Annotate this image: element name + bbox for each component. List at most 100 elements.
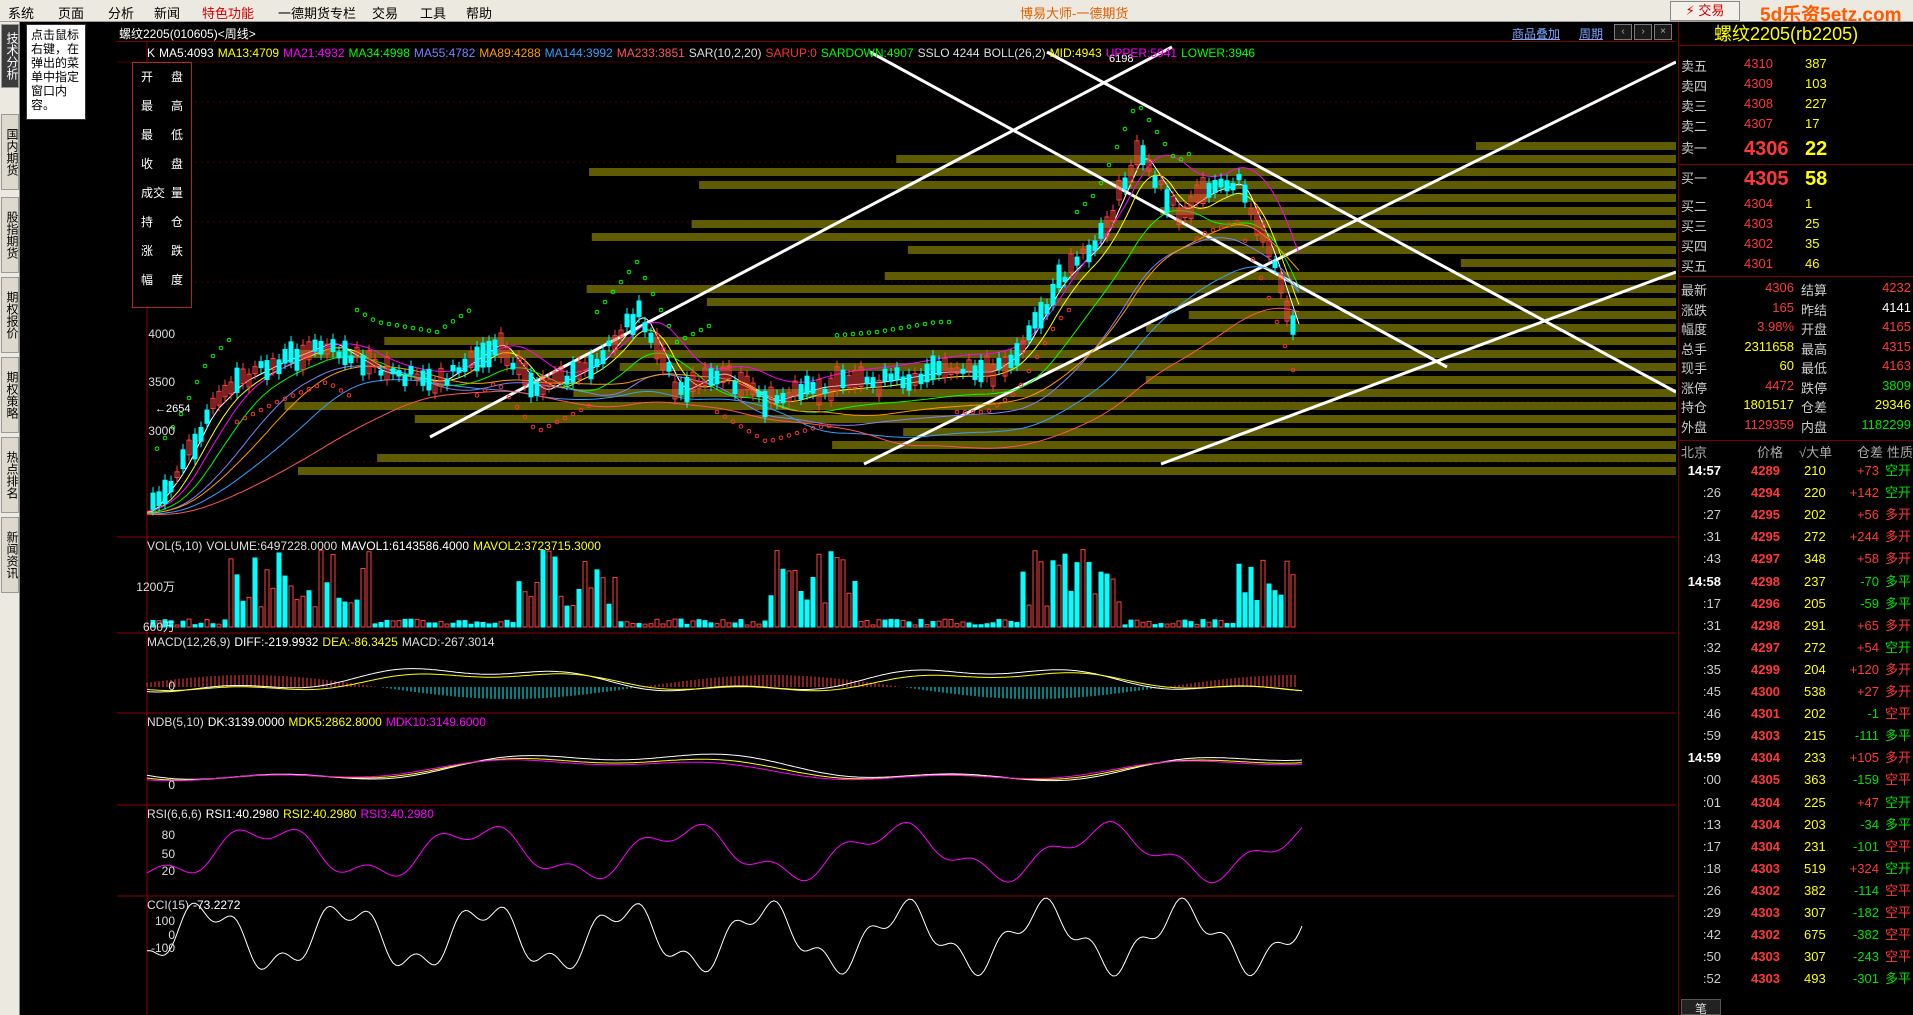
volume-bar: [624, 621, 630, 628]
sar-dot: [1114, 144, 1120, 150]
tick-row[interactable]: :26 4302 382 -114 空平: [1679, 880, 1913, 902]
tick-tab[interactable]: 笔: [1681, 999, 1721, 1015]
menu-item-1[interactable]: 页面: [58, 3, 84, 22]
tick-row[interactable]: :13 4304 203 -34 多平: [1679, 814, 1913, 836]
volume-bar: [378, 622, 384, 628]
volume-bar: [852, 580, 858, 628]
overlay-commodity-link[interactable]: 商品叠加: [1512, 25, 1560, 42]
candle-body: [348, 355, 354, 364]
tick-row[interactable]: :59 4303 215 -111 多平: [1679, 725, 1913, 747]
menu-item-6[interactable]: 交易: [372, 3, 398, 22]
tick-row[interactable]: :29 4303 307 -182 空平: [1679, 902, 1913, 924]
sar-dot: [530, 424, 536, 430]
menu-item-3[interactable]: 新闻: [154, 3, 180, 22]
candle-body: [666, 362, 672, 372]
menu-item-7[interactable]: 工具: [420, 3, 446, 22]
chart-area[interactable]: 6198 ←2654 K MA5:4093 MA13:4709 MA21:4932 MA3…: [117, 42, 1676, 1015]
tick-row[interactable]: :31 4295 272 +244 多开: [1679, 526, 1913, 548]
tick-row[interactable]: 14:58 4298 237 -70 多平: [1679, 571, 1913, 593]
candle-body: [936, 361, 942, 376]
left-tab-3[interactable]: 期权报价: [1, 277, 19, 353]
tick-row[interactable]: :27 4295 202 +56 多开: [1679, 504, 1913, 526]
tick-nature: 多开: [1885, 684, 1912, 699]
chart-close-button[interactable]: ×: [1654, 24, 1672, 40]
stat-label: 内盘: [1801, 419, 1828, 435]
tick-price: 4294: [1751, 485, 1780, 501]
stats-divider: [1679, 440, 1913, 441]
tick-row[interactable]: :43 4297 348 +58 多开: [1679, 548, 1913, 570]
tick-row[interactable]: :50 4303 307 -243 空平: [1679, 946, 1913, 968]
tick-volume: 215: [1804, 728, 1826, 744]
volume-bar: [834, 557, 840, 628]
menu-item-8[interactable]: 帮助: [466, 3, 492, 22]
stat-row: 现手 60 最低 4163: [1679, 358, 1913, 377]
tick-row[interactable]: :17 4304 231 -101 空平: [1679, 836, 1913, 858]
tick-row[interactable]: :31 4298 291 +65 多开: [1679, 615, 1913, 637]
sar-dot: [210, 353, 216, 359]
volume-bar: [744, 624, 750, 628]
volume-bar: [870, 624, 876, 628]
kline-legend-item: MA144:3992: [544, 46, 613, 60]
menu-item-2[interactable]: 分析: [108, 3, 134, 22]
tick-oi-change: +105: [1849, 750, 1879, 766]
chart-title-bar: 螺纹2205(010605)<周线> 商品叠加 周期 ‹ › ×: [117, 22, 1676, 42]
left-tab-2[interactable]: 股指期货: [1, 197, 19, 273]
sar-dot: [346, 392, 352, 398]
candle-body: [390, 368, 396, 375]
volume-bar: [192, 624, 198, 628]
tick-oi-change: +27: [1856, 684, 1879, 699]
tick-row[interactable]: :32 4297 272 +54 空开: [1679, 637, 1913, 659]
tick-row[interactable]: :52 4303 493 -301 多平: [1679, 968, 1913, 990]
left-tab-4[interactable]: 期权策略: [1, 357, 19, 433]
tick-row[interactable]: :42 4302 675 -382 空平: [1679, 924, 1913, 946]
tick-row[interactable]: 14:59 4304 233 +105 多开: [1679, 747, 1913, 769]
tick-nature: 多开: [1885, 551, 1912, 567]
candle-body: [1056, 264, 1062, 289]
sar-dot: [1274, 319, 1280, 325]
tick-row[interactable]: :01 4304 225 +47 空开: [1679, 792, 1913, 814]
sar-dot: [1050, 326, 1056, 332]
tick-price: 4303: [1751, 860, 1780, 876]
tick-time: :00: [1702, 772, 1721, 788]
volume-bar: [864, 619, 870, 628]
kline-legend-item: MA89:4288: [479, 46, 541, 60]
sar-dot: [1090, 193, 1096, 199]
left-tab-1[interactable]: 国内期货: [1, 114, 19, 190]
tick-row[interactable]: :18 4303 519 +324 空开: [1679, 858, 1913, 880]
volume-bar: [258, 606, 264, 628]
menu-item-4[interactable]: 特色功能: [202, 3, 254, 22]
tick-volume: 519: [1804, 860, 1826, 876]
period-link[interactable]: 周期: [1579, 25, 1603, 42]
candle-body: [462, 358, 468, 372]
left-tab-6[interactable]: 新闻资讯: [1, 517, 19, 593]
zoom-in-button[interactable]: ›: [1634, 24, 1652, 40]
ask-level-price: 4310: [1744, 56, 1773, 71]
tick-row[interactable]: :17 4296 205 -59 多平: [1679, 593, 1913, 615]
candle-body: [594, 358, 600, 368]
cci-legend-item: CCI(15): [147, 898, 190, 912]
candle-body: [168, 480, 174, 493]
left-tab-5[interactable]: 热点排名: [1, 437, 19, 513]
bid-level-price: 4304: [1744, 196, 1773, 211]
tick-row[interactable]: :26 4294 220 +142 空开: [1679, 482, 1913, 504]
kline-chart-svg[interactable]: 6198←2654: [117, 42, 1676, 1015]
volume-bar: [1122, 624, 1128, 628]
kline-legend-item: MA13:4709: [217, 46, 280, 60]
trade-button[interactable]: ⚡ 交易: [1670, 1, 1740, 21]
volume-bar: [450, 622, 456, 628]
tick-oi-change: +56: [1856, 507, 1879, 523]
volume-bar: [876, 619, 882, 628]
volume-bar: [564, 605, 570, 628]
left-tab-0[interactable]: 技术分析: [1, 24, 19, 88]
tick-row[interactable]: :45 4300 538 +27 多开: [1679, 681, 1913, 703]
tick-row[interactable]: 14:57 4289 210 +73 空开: [1679, 460, 1913, 482]
zoom-out-button[interactable]: ‹: [1614, 24, 1632, 40]
menu-item-5[interactable]: 一德期货专栏: [278, 3, 356, 22]
ask-level-volume: 227: [1805, 96, 1827, 111]
tick-row[interactable]: :00 4305 363 -159 空平: [1679, 769, 1913, 791]
volume-bar: [636, 622, 642, 628]
tick-row[interactable]: :46 4301 202 -1 空平: [1679, 703, 1913, 725]
volume-bar: [426, 622, 432, 628]
tick-row[interactable]: :35 4299 204 +120 多开: [1679, 659, 1913, 681]
menu-item-0[interactable]: 系统: [8, 3, 34, 22]
